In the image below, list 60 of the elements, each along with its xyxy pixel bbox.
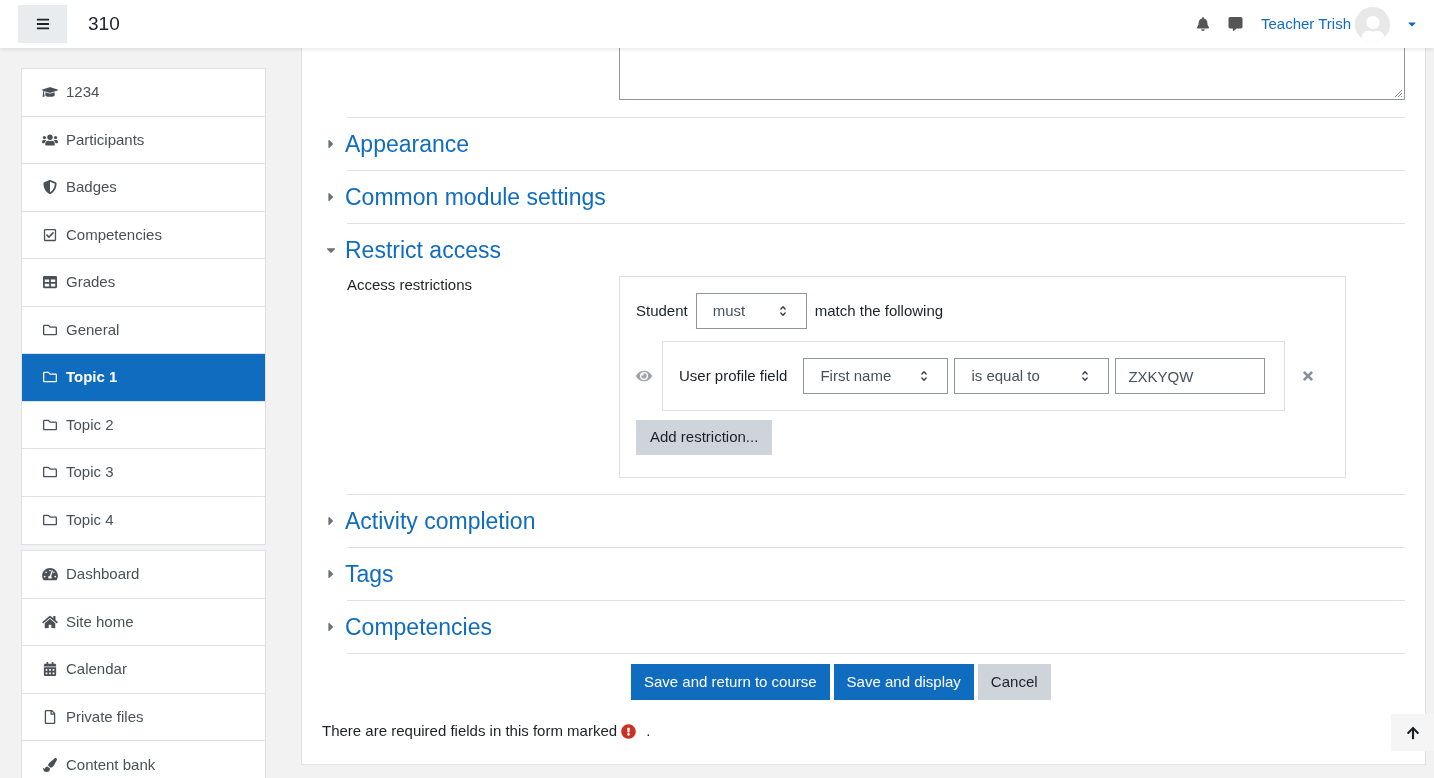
gauge-icon [42,567,58,582]
folder-icon [42,465,58,480]
user-name-link[interactable]: Teacher Trish [1260,12,1351,36]
nav-item[interactable]: Site home [22,598,265,646]
section-heading-link[interactable]: Tags [345,556,394,592]
condition-type-label: User profile field [679,365,788,386]
checkbox-icon [42,227,58,242]
add-restriction-button[interactable]: Add restriction... [636,420,773,455]
folder-icon [42,322,58,337]
menu-button[interactable] [18,5,67,43]
form-button[interactable]: Save and return to course [631,664,830,700]
operator-select[interactable]: is equal to [954,358,1110,394]
mode-select[interactable]: must [695,293,807,329]
required-icon [621,723,637,739]
file-icon [42,709,58,724]
section-heading-link[interactable]: Common module settings [345,179,606,215]
nav-item[interactable]: Dashboard [22,551,265,599]
brush-icon [42,757,58,772]
home-icon [42,614,58,629]
table-icon [42,275,58,290]
arrow-up-icon [1405,725,1420,740]
nav-item[interactable]: Topic 4 [22,496,265,544]
menu-icon [35,17,50,31]
form-button[interactable]: Cancel [977,664,1051,700]
close-icon[interactable] [1301,369,1315,383]
calendar-icon [42,662,58,677]
nav-item[interactable]: Topic 1 [22,354,265,402]
field-select[interactable]: First name [803,358,949,394]
resize-grip-icon [1393,88,1403,98]
section-heading-link[interactable]: Appearance [345,126,470,162]
nav-item[interactable]: Calendar [22,646,265,694]
field-label: Access restrictions [347,275,474,295]
bell-icon[interactable] [1195,17,1210,31]
match-label: match the following [814,300,944,321]
nav-item[interactable]: Participants [22,116,265,164]
course-title[interactable]: 310 [88,9,120,39]
graduation-cap-icon [42,85,58,100]
nav-item[interactable]: Grades [22,259,265,307]
nav-item[interactable]: 1234 [22,69,265,117]
nav-item[interactable]: Topic 3 [22,449,265,497]
section-heading-link[interactable]: Activity completion [345,503,536,539]
nav-item[interactable]: Badges [22,164,265,212]
nav-item[interactable]: Competencies [22,211,265,259]
required-note: There are required fields in this form marked [322,721,618,741]
chat-icon[interactable] [1227,17,1243,31]
form-button[interactable]: Save and display [833,664,974,700]
folder-icon [42,513,58,528]
value-input[interactable]: ZXKYQW [1115,358,1266,394]
note-period: . [646,721,651,741]
nav-item[interactable]: Content bank [22,741,265,778]
folder-icon [42,370,58,385]
shield-icon [42,180,58,195]
section-heading-link[interactable]: Competencies [345,609,493,645]
folder-icon [42,417,58,432]
text-area[interactable] [619,48,1405,100]
section-heading-link[interactable]: Restrict access [345,232,501,268]
subject-label: Student [636,300,688,321]
nav-item[interactable]: Topic 2 [22,401,265,449]
nav-item[interactable]: Private files [22,693,265,741]
people-icon [42,132,58,147]
